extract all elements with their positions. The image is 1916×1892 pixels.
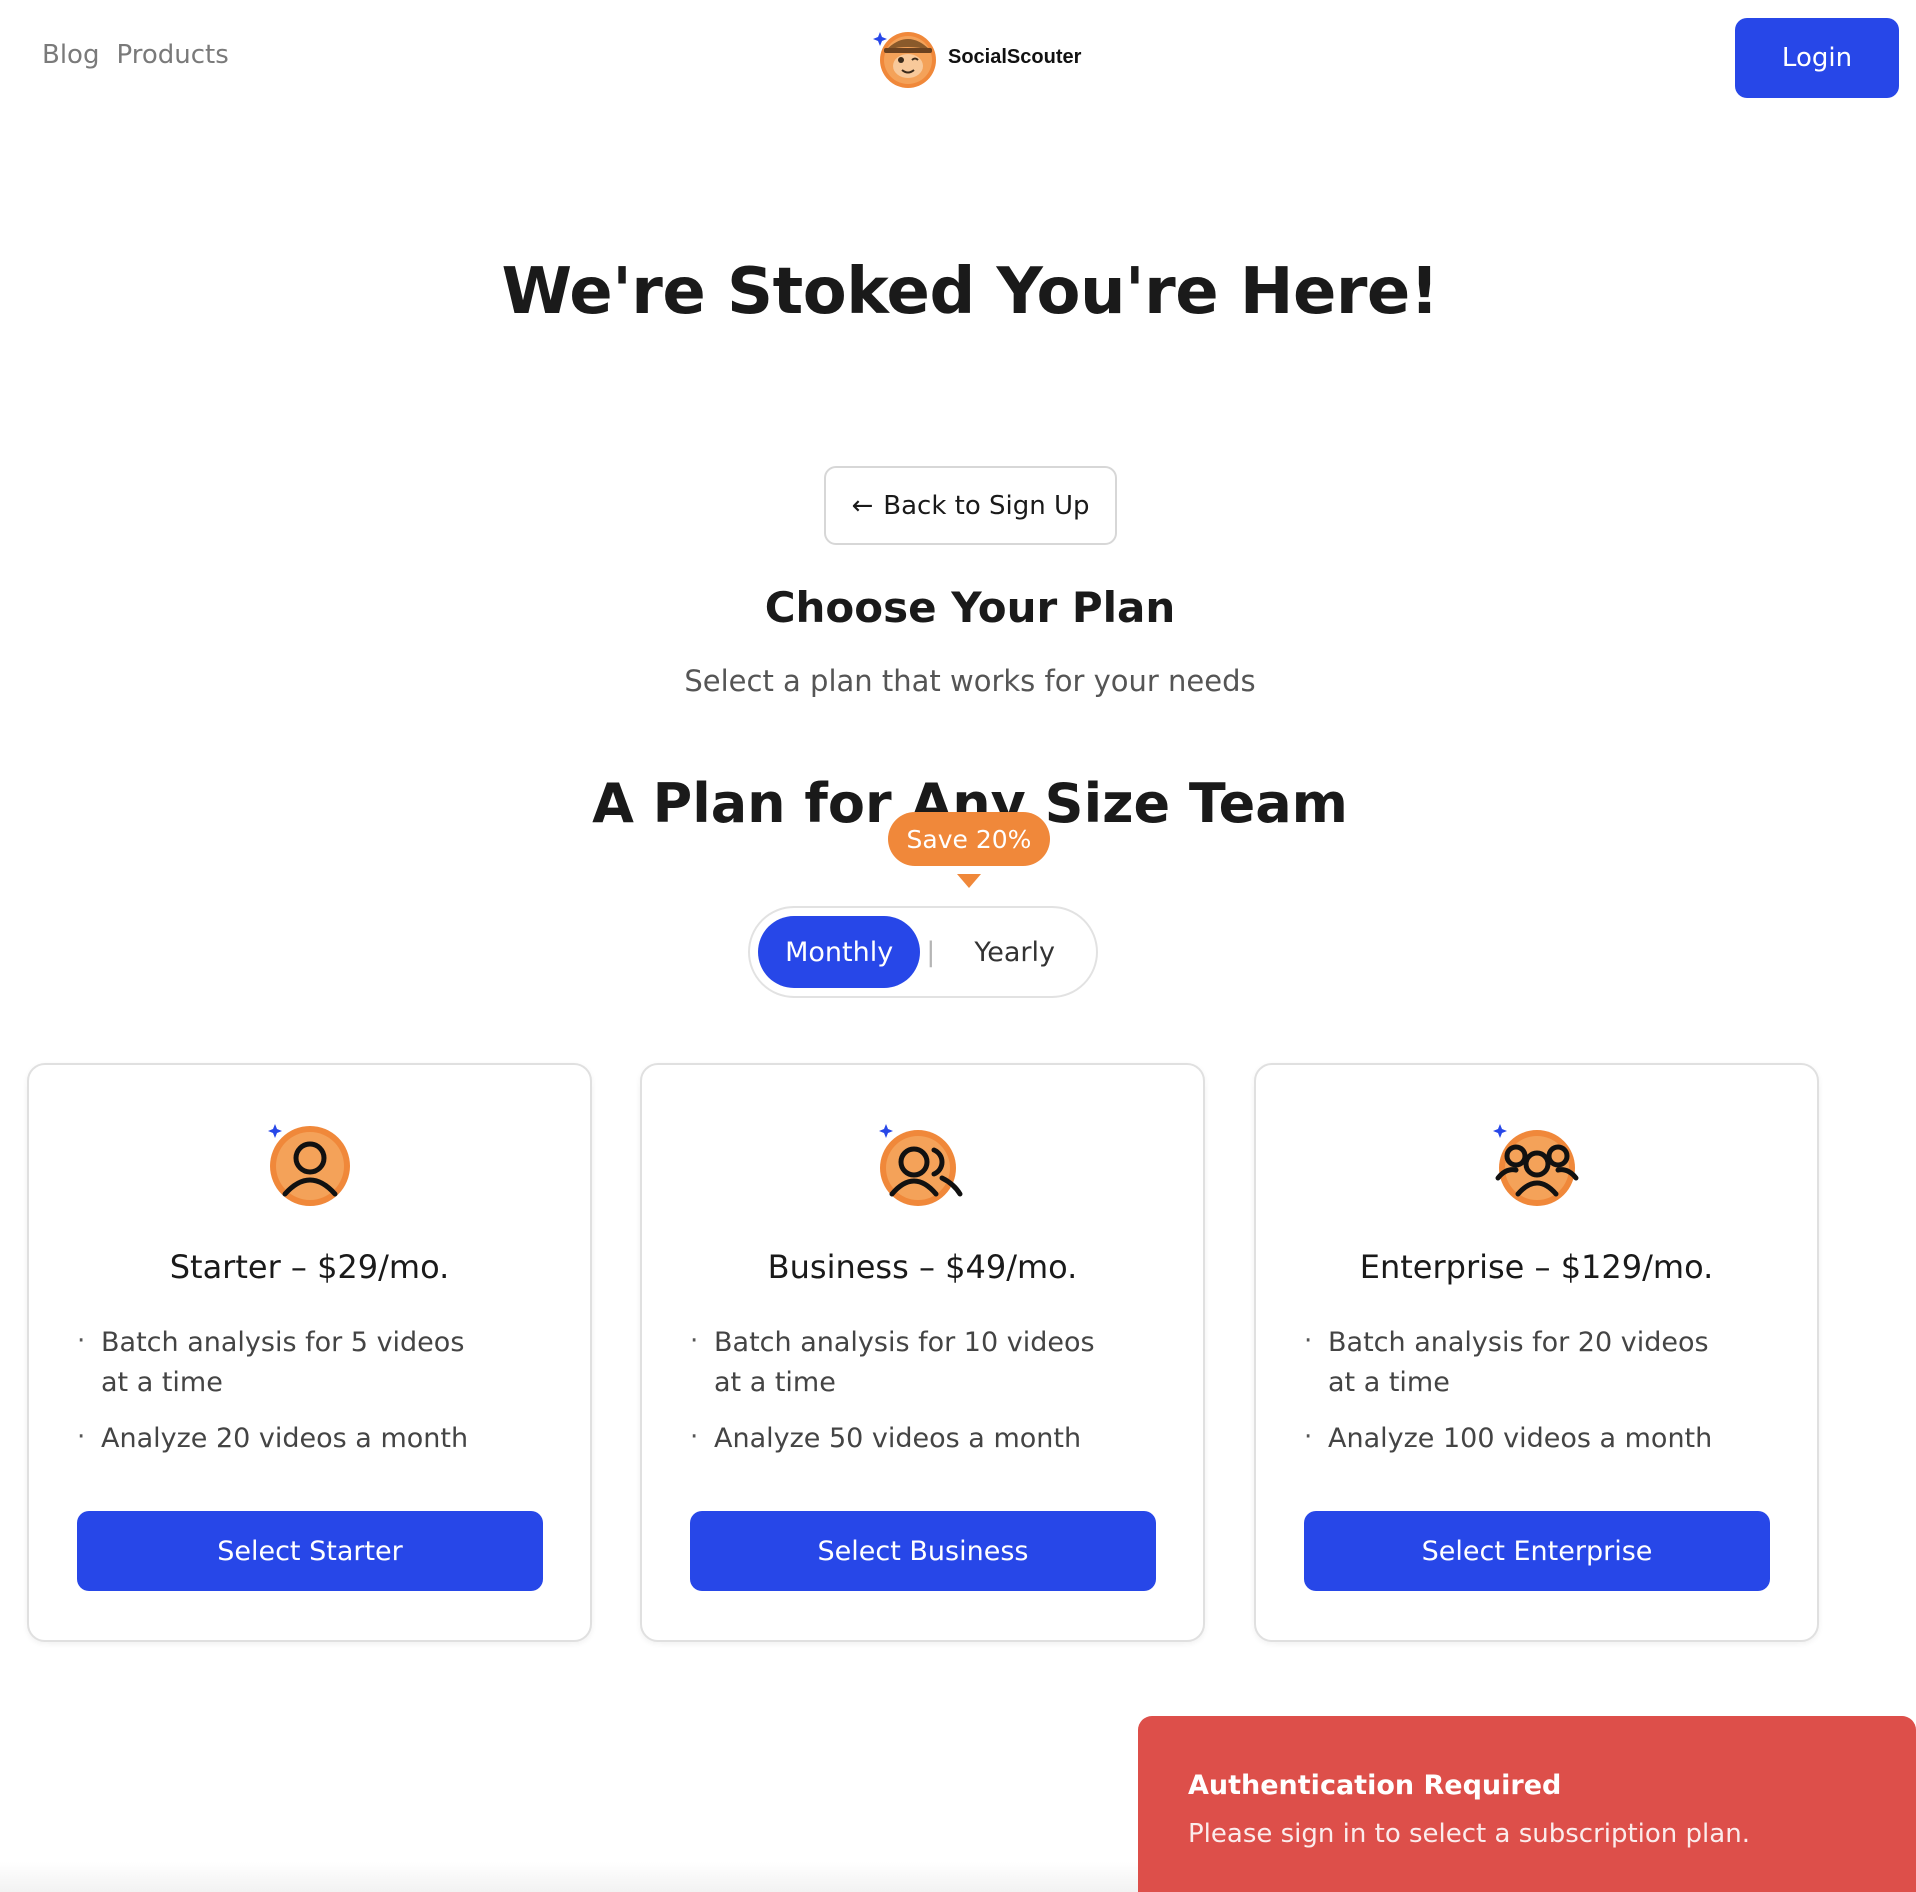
- plan-name: Enterprise – $129/mo.: [1359, 1248, 1714, 1286]
- nav-link-products[interactable]: Products: [116, 40, 228, 70]
- plan-feature: Analyze 100 videos a month: [1304, 1417, 1724, 1459]
- plan-feature-list: Batch analysis for 5 videos at a time An…: [77, 1321, 497, 1475]
- back-to-signup-label: Back to Sign Up: [883, 490, 1090, 521]
- choose-plan-subtitle: Select a plan that works for your needs: [684, 664, 1256, 698]
- save-badge: Save 20%: [888, 812, 1050, 866]
- back-to-signup-button[interactable]: ← Back to Sign Up: [824, 466, 1117, 545]
- page-title: We're Stoked You're Here!: [501, 255, 1439, 329]
- single-user-icon: [267, 1124, 350, 1206]
- choose-plan-title: Choose Your Plan: [764, 583, 1176, 632]
- plan-feature: Batch analysis for 20 videos at a time: [1304, 1321, 1724, 1403]
- plan-feature: Batch analysis for 5 videos at a time: [77, 1321, 497, 1403]
- monkey-scout-logo-icon: [872, 24, 938, 90]
- billing-yearly-option[interactable]: Yearly: [941, 916, 1088, 988]
- select-enterprise-button[interactable]: Select Enterprise: [1304, 1511, 1770, 1591]
- login-button[interactable]: Login: [1735, 18, 1899, 98]
- toast-title: Authentication Required: [1188, 1770, 1562, 1801]
- save-badge-pointer: [957, 874, 981, 888]
- plan-name: Starter – $29/mo.: [169, 1248, 450, 1286]
- nav-link-blog[interactable]: Blog: [42, 40, 99, 70]
- billing-monthly-option[interactable]: Monthly: [758, 916, 921, 988]
- plan-feature-list: Batch analysis for 20 videos at a time A…: [1304, 1321, 1724, 1475]
- arrow-left-icon: ←: [851, 490, 874, 521]
- plan-card-enterprise: Enterprise – $129/mo. Batch analysis for…: [1254, 1063, 1819, 1642]
- brand-logo-link[interactable]: SocialScouter: [872, 24, 1081, 90]
- group-users-icon: [1492, 1124, 1578, 1206]
- top-nav-links: Blog Products: [42, 40, 229, 70]
- select-business-button[interactable]: Select Business: [690, 1511, 1156, 1591]
- plan-name: Business – $49/mo.: [767, 1248, 1078, 1286]
- plan-card-starter: Starter – $29/mo. Batch analysis for 5 v…: [27, 1063, 592, 1642]
- plan-feature: Analyze 20 videos a month: [77, 1417, 497, 1459]
- brand-name: SocialScouter: [948, 45, 1082, 68]
- plan-feature: Analyze 50 videos a month: [690, 1417, 1110, 1459]
- plan-feature-list: Batch analysis for 10 videos at a time A…: [690, 1321, 1110, 1475]
- plan-card-business: Business – $49/mo. Batch analysis for 10…: [640, 1063, 1205, 1642]
- toggle-separator: |: [926, 936, 936, 968]
- bottom-fade: [0, 1862, 1138, 1892]
- auth-required-toast[interactable]: Authentication Required Please sign in t…: [1138, 1716, 1916, 1892]
- two-users-icon: [878, 1124, 962, 1206]
- select-starter-button[interactable]: Select Starter: [77, 1511, 543, 1591]
- plan-feature: Batch analysis for 10 videos at a time: [690, 1321, 1110, 1403]
- toast-message: Please sign in to select a subscription …: [1188, 1819, 1750, 1849]
- billing-period-toggle: Monthly | Yearly: [748, 906, 1098, 998]
